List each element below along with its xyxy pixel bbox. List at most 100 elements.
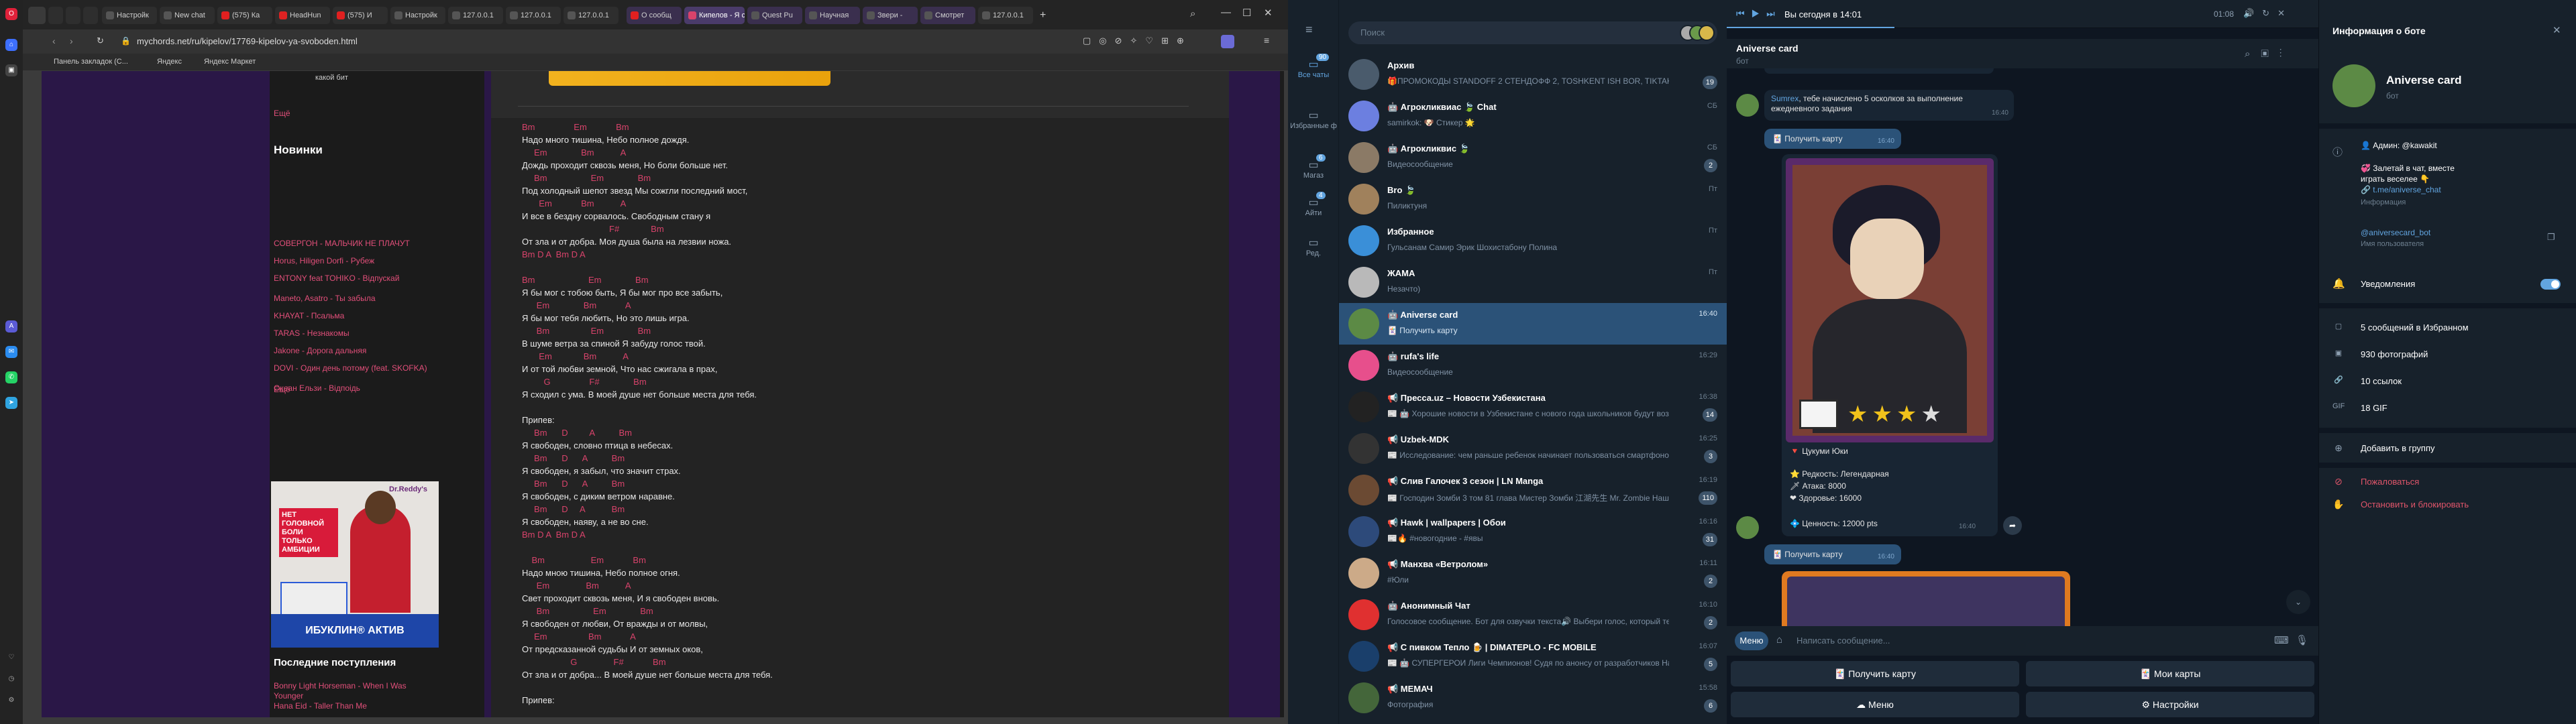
tab[interactable]: 127.0.0.1 (564, 7, 619, 24)
latest-item[interactable]: Bonny Light Horseman - When I Was Younge… (274, 681, 435, 701)
search-icon[interactable]: ⌕ (1190, 8, 1195, 19)
news-item[interactable]: DOVI - Один день потому (feat. SKOFKA) (274, 363, 435, 373)
tab[interactable]: New chat (160, 7, 215, 24)
forward-icon[interactable]: › (70, 36, 73, 46)
message-input[interactable]: Написать сообщение... (1796, 636, 1890, 646)
profile-icon[interactable] (1221, 35, 1234, 48)
toolbar-icons[interactable]: ▢◎⊘✧♡⊞⊕ (1083, 36, 1192, 46)
tab[interactable]: 127.0.0.1 (448, 7, 503, 24)
folder-4[interactable]: ▭ Ред. (1288, 236, 1339, 257)
minimize-icon[interactable]: — (1221, 7, 1231, 18)
chat-item[interactable]: 🤖 Aniverse card 🃏 Получить карту 16:40 (1339, 303, 1727, 345)
chat-title[interactable]: Aniverse card (1736, 43, 1799, 54)
scrollbar[interactable] (1280, 71, 1284, 717)
home-icon[interactable]: ⌂ (5, 39, 17, 51)
github-pin-icon[interactable] (28, 7, 46, 24)
messenger-icon[interactable]: ✉ (5, 346, 17, 358)
card-image[interactable]: ★★★★ (1786, 158, 1994, 442)
media-stat-row[interactable]: 🔗 10 ссылок (2319, 369, 2576, 396)
tab[interactable]: 127.0.0.1 (978, 7, 1033, 24)
tab-pin[interactable] (66, 7, 80, 24)
bookmark-yandex[interactable]: Яндекс (157, 58, 182, 66)
news-item[interactable]: TARAS - Незнакомы (274, 328, 435, 339)
microphone-icon[interactable]: 🎙 (2296, 634, 2308, 646)
more-link-1[interactable]: Ещё (274, 109, 435, 119)
player-progress[interactable] (1727, 27, 1894, 28)
chat-item[interactable]: ЖАМА Незачто) Пт (1339, 261, 1727, 303)
search-input[interactable]: Поиск (1348, 21, 1717, 44)
next-card-preview[interactable] (1782, 571, 2070, 626)
tab[interactable]: О сообщ (627, 7, 682, 24)
chat-item[interactable]: 📢 Hawk | wallpapers | Обои 📰🔥 #новогодние… (1339, 511, 1727, 552)
header-icons[interactable]: ⌕▣⋮ (2245, 48, 2293, 60)
chat-item[interactable]: 📢 Манхва «Ветролом» #Юли 16:11 2 (1339, 552, 1727, 594)
close-icon[interactable]: ✕ (1264, 7, 1273, 19)
media-stat-row[interactable]: ▣ 930 фотографий (2319, 342, 2576, 369)
media-stat-row[interactable]: GIF 18 GIF (2319, 396, 2576, 422)
hamburger-menu-icon[interactable]: ≡ (1305, 23, 1313, 37)
chat-item[interactable]: 🤖 rufa's life Видеосообщение 16:29 (1339, 345, 1727, 386)
scroll-down-icon[interactable]: ⌄ (2286, 590, 2310, 614)
stop-block-row[interactable]: ✋ Остановить и блокировать (2319, 492, 2576, 519)
bot-avatar[interactable] (1736, 516, 1759, 539)
chat-item[interactable]: Избранное Гульсанам Самир Эрик Шохистабон… (1339, 220, 1727, 261)
tab-active[interactable]: Кипелов - Я своб (684, 7, 745, 24)
bot-avatar[interactable] (1736, 94, 1759, 117)
forward-icon[interactable]: ➦ (2003, 516, 2022, 535)
ad-banner[interactable]: Dr.Reddy's НЕТ ГОЛОВНОЙ БОЛИ ТОЛЬКО АМБИ… (271, 481, 439, 648)
settings-icon[interactable]: ⚙ (5, 695, 17, 707)
username[interactable]: @aniversecard_bot (2361, 228, 2430, 237)
folder-1[interactable]: ▭ Избранные ф (1288, 109, 1339, 130)
tab[interactable]: 127.0.0.1 (506, 7, 561, 24)
url-input[interactable]: mychords.net/ru/kipelov/17769-kipelov-ya… (137, 36, 358, 46)
tab[interactable]: Звери - (863, 7, 918, 24)
keyboard-icon[interactable]: ⌨ (2274, 634, 2289, 646)
folder-2[interactable]: ▭ 6 Магаз (1288, 154, 1339, 180)
chat-item[interactable]: 📢 Uzbek-MDK 📰 Исследование: чем раньше ре… (1339, 428, 1727, 469)
keyboard-button[interactable]: ☁ Меню (1731, 692, 2019, 717)
maximize-icon[interactable]: ☐ (1242, 7, 1251, 19)
news-item[interactable]: СОВЕРГОН - МАЛЬЧИК НЕ ПЛАЧУТ (274, 239, 435, 249)
player-options-icons[interactable]: 🔊↻✕ (2243, 8, 2293, 19)
chat-item[interactable]: 📢 Слив Галочек 3 сезон | LN Manga 📰 Госпо… (1339, 469, 1727, 511)
attach-icon[interactable]: ⌂ (1776, 634, 1782, 646)
latest-item[interactable]: Glaive - god is dead (274, 716, 435, 717)
opera-logo-icon[interactable]: O (5, 8, 17, 20)
add-to-group-row[interactable]: ⊕ Добавить в группу (2319, 436, 2576, 463)
chat-item[interactable]: 🤖 Анонимный Чат Голосовое сообщение. Бот … (1339, 594, 1727, 636)
chat-item[interactable]: 🤖 Агрокликвиас 🍃 Chat samirkok: 🐶 Стикер … (1339, 95, 1727, 137)
desc-link[interactable]: 🔗 t.me/aniverse_chat (2361, 185, 2441, 194)
close-icon[interactable]: ✕ (2553, 24, 2561, 36)
news-item[interactable]: Horus, Hiligen Dorfi - Рубеж (274, 256, 435, 266)
chat-item[interactable]: Архив 🎁ПРОМОКОДЫ STANDOFF 2 СТЕНДОФФ 2, T… (1339, 54, 1727, 95)
keyboard-button[interactable]: 🃏 Получить карту (1731, 661, 2019, 686)
tab-pin[interactable] (48, 7, 63, 24)
news-item[interactable]: KHAYAT - Псальма (274, 311, 435, 321)
chat-item[interactable]: Bro 🍃 Пиликтуня Пт (1339, 178, 1727, 220)
news-item[interactable]: Jakone - Дорога дальняя (274, 346, 435, 356)
heart-icon[interactable]: ♡ (5, 652, 17, 664)
tab[interactable]: Смотрет (920, 7, 975, 24)
menu-icon[interactable]: ≡ (1264, 35, 1269, 46)
bot-avatar[interactable] (2332, 64, 2375, 107)
tab[interactable]: HeadHun (275, 7, 330, 24)
bookmark-folder[interactable]: Панель закладок (С... (54, 58, 128, 66)
tab-pin[interactable] (83, 7, 98, 24)
whatsapp-icon[interactable]: ✆ (5, 371, 17, 383)
bookmark-market[interactable]: Яндекс Маркет (204, 58, 256, 66)
news-item[interactable]: ENTONY feat TOHIKO - Відпускай (274, 274, 435, 284)
tab[interactable]: Настройк (390, 7, 445, 24)
tab[interactable]: Научная (805, 7, 860, 24)
bot-menu-button[interactable]: Меню (1735, 631, 1768, 650)
latest-item[interactable]: Hana Eid - Taller Than Me (274, 701, 435, 711)
keyboard-button[interactable]: 🃏 Мои карты (2026, 661, 2314, 686)
news-item[interactable]: Maneto, Asatro - Ты забыла (274, 294, 435, 304)
back-icon[interactable]: ‹ (52, 36, 56, 46)
copy-icon[interactable]: ❐ (2547, 232, 2555, 243)
notifications-toggle[interactable] (2540, 279, 2561, 290)
telegram-icon[interactable]: ➤ (5, 397, 17, 409)
speed-dial-icon[interactable]: ▣ (5, 64, 17, 76)
keyboard-button[interactable]: ⚙ Настройки (2026, 692, 2314, 717)
tab[interactable]: Quest Pu (747, 7, 802, 24)
chat-item[interactable]: 📢 С пивком Тепло 🍺 | DIMATEPLO - FC MOBI… (1339, 636, 1727, 677)
